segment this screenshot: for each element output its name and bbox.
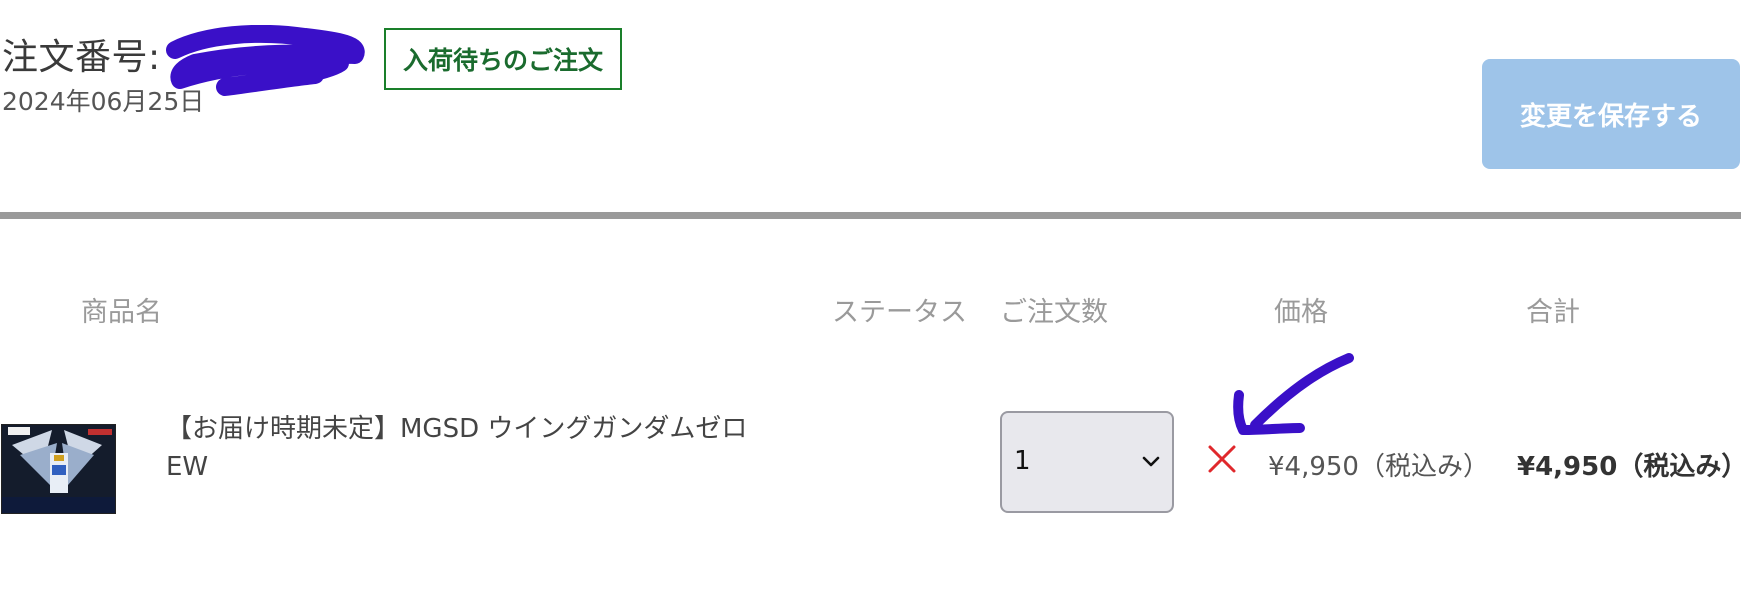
quantity-select[interactable]: 1 xyxy=(1000,411,1174,513)
order-date: 2024年06月25日 xyxy=(2,87,205,116)
quantity-value: 1 xyxy=(1014,446,1031,476)
unit-price: ¥4,950（税込み） xyxy=(1268,452,1489,482)
arrow-annotation xyxy=(1233,353,1354,435)
header-divider xyxy=(0,212,1741,219)
product-image xyxy=(2,425,115,513)
line-total: ¥4,950（税込み） xyxy=(1517,452,1748,482)
column-header-status: ステータス xyxy=(832,297,967,328)
save-changes-button[interactable]: 変更を保存する xyxy=(1482,59,1740,169)
status-badge: 入荷待ちのご注文 xyxy=(384,28,622,90)
column-header-product: 商品名 xyxy=(81,297,162,328)
close-x-icon[interactable] xyxy=(1206,443,1238,475)
product-name[interactable]: 【お届け時期未定】MGSD ウイングガンダムゼロEW xyxy=(166,410,786,486)
order-number-label: 注文番号: xyxy=(2,37,161,78)
column-header-total: 合計 xyxy=(1526,297,1580,328)
product-thumbnail[interactable] xyxy=(1,424,116,514)
column-header-price: 価格 xyxy=(1274,297,1328,328)
chevron-down-icon xyxy=(1142,456,1160,467)
column-header-quantity: ご注文数 xyxy=(1000,297,1108,328)
